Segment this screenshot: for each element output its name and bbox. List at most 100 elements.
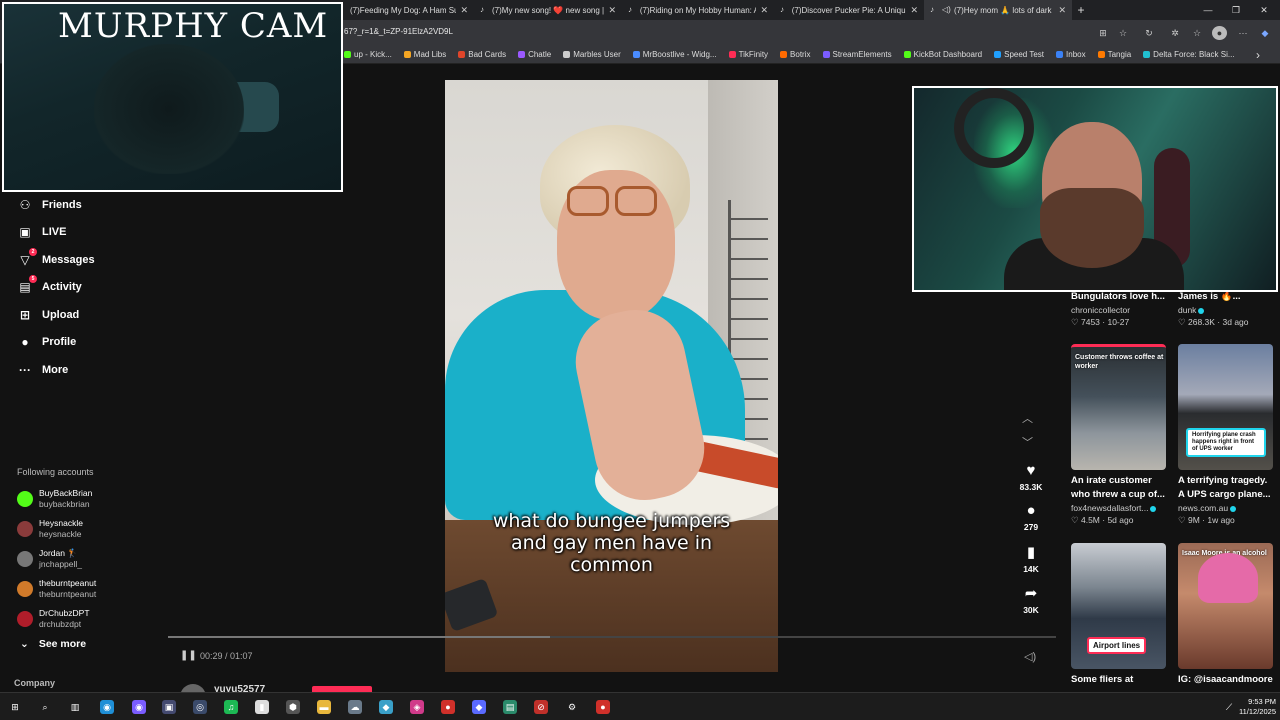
minimize-button[interactable]: —: [1194, 0, 1222, 20]
video-card[interactable]: James is 🔥... dunk ♡ 268.3K · 3d ago: [1178, 290, 1273, 328]
following-account[interactable]: Heysnackle heysnackle: [17, 518, 83, 540]
browser-tab[interactable]: (7)Feeding My Dog: A Ham Surpr ✕: [344, 0, 474, 20]
bookmark-item[interactable]: Inbox: [1056, 50, 1086, 59]
save-button[interactable]: ▮ 14K: [1016, 544, 1046, 574]
see-more-button[interactable]: ⌄ See more: [20, 638, 86, 650]
account-name: DrChubzDPT: [39, 608, 90, 618]
taskbar-clock[interactable]: 9:53 PM 11/12/2025: [1232, 697, 1276, 717]
bookmark-item[interactable]: Chatle: [518, 50, 551, 59]
video-card[interactable]: Airport lines Some fliers at: [1071, 543, 1166, 687]
app-icon[interactable]: ●: [596, 700, 610, 714]
app-icon[interactable]: ▣: [162, 700, 176, 714]
app-icon[interactable]: ⊘: [534, 700, 548, 714]
extensions-icon[interactable]: ✲: [1168, 26, 1182, 40]
video-card[interactable]: Customer throws coffee at worker An irate…: [1071, 344, 1166, 526]
pause-icon[interactable]: ❚❚: [180, 650, 197, 662]
sidebar-item-live[interactable]: ▣ LIVE: [17, 224, 66, 240]
browser-tab[interactable]: ♪ (7)My new song! ❤️ new song | ✕: [474, 0, 622, 20]
verified-badge-icon: [1198, 307, 1205, 314]
sidebar-item-profile[interactable]: ● Profile: [17, 334, 76, 350]
browser-tab[interactable]: ♪ (7)Riding on My Hobby Human: A ✕: [622, 0, 774, 20]
bookmark-label: Chatle: [528, 50, 552, 59]
account-name: BuyBackBrian: [39, 488, 93, 498]
video-thumbnail[interactable]: Horrifying plane crash happens right in …: [1178, 344, 1273, 470]
comment-button[interactable]: ● 279: [1016, 502, 1046, 532]
spotify-icon[interactable]: ♫: [224, 700, 238, 714]
bookmark-item[interactable]: MrBoostlive - Widg...: [632, 50, 717, 59]
search-icon[interactable]: ⌕: [38, 700, 52, 714]
refresh-icon[interactable]: ↻: [1142, 26, 1156, 40]
share-button[interactable]: ➦ 30K: [1016, 585, 1046, 615]
sidebar-item-upload[interactable]: ⊞ Upload: [17, 307, 79, 323]
following-account[interactable]: DrChubzDPT drchubzdpt: [17, 608, 90, 630]
app-icon[interactable]: ◈: [410, 700, 424, 714]
bookmark-item[interactable]: TikFinity: [728, 50, 768, 59]
sidebar-item-friends[interactable]: ⚇ Friends: [17, 197, 82, 213]
following-account[interactable]: BuyBackBrian buybackbrian: [17, 488, 92, 510]
like-button[interactable]: ♥ 83.3K: [1016, 462, 1046, 492]
edge-browser-icon[interactable]: ◉: [100, 700, 114, 714]
bookmark-item[interactable]: Tangia: [1097, 50, 1131, 59]
close-icon[interactable]: ✕: [460, 5, 468, 16]
file-icon[interactable]: ▮: [255, 700, 269, 714]
video-card[interactable]: Bungulators love h... chroniccollector ♡ 7…: [1071, 290, 1166, 328]
bookmark-item[interactable]: KickBot Dashboard: [903, 50, 982, 59]
chevron-down-icon[interactable]: ﹀: [1022, 434, 1033, 450]
star-icon[interactable]: ☆: [1116, 26, 1130, 40]
bookmark-item[interactable]: Botrix: [780, 50, 811, 59]
following-account[interactable]: Jordan 🏌 jnchappell_: [17, 548, 82, 570]
video-thumbnail[interactable]: Customer throws coffee at worker: [1071, 344, 1166, 470]
bookmark-item[interactable]: Delta Force: Black Si...: [1143, 50, 1235, 59]
close-icon[interactable]: ✕: [760, 5, 768, 16]
browser-tab-active[interactable]: ♪ ◁) (7)Hey mom 🙏 lots of dark ✕: [924, 0, 1072, 20]
close-icon[interactable]: ✕: [608, 5, 616, 16]
chevron-up-icon[interactable]: ︿: [1022, 410, 1033, 426]
bookmark-item[interactable]: Marbles User: [563, 50, 621, 59]
video-player[interactable]: what do bungee jumpers and gay men have …: [445, 80, 778, 672]
app-icon[interactable]: ●: [441, 700, 455, 714]
app-icon[interactable]: ⬢: [286, 700, 300, 714]
url-text[interactable]: 67?_r=1&_t=ZP-91ElzA2VD9L: [344, 27, 453, 36]
sidebar-item-messages[interactable]: ▽ 2 Messages: [17, 248, 95, 268]
bookmark-item[interactable]: StreamElements: [822, 50, 892, 59]
network-icon[interactable]: ⟋: [1222, 700, 1236, 714]
app-icon[interactable]: ◆: [472, 700, 486, 714]
windows-start-icon[interactable]: ⊞: [8, 700, 22, 714]
bookmark-item[interactable]: Mad Libs: [403, 50, 446, 59]
chrome-icon[interactable]: ◉: [132, 700, 146, 714]
apps-icon[interactable]: ⊞: [1096, 26, 1110, 40]
company-link[interactable]: Company: [14, 678, 55, 688]
app-icon[interactable]: ☁: [348, 700, 362, 714]
video-thumbnail[interactable]: Airport lines: [1071, 543, 1166, 669]
bookmark-item[interactable]: Speed Test: [994, 50, 1044, 59]
maximize-button[interactable]: ❐: [1222, 0, 1250, 20]
video-progress-bar[interactable]: [168, 636, 1056, 638]
app-icon[interactable]: ◎: [193, 700, 207, 714]
settings-icon[interactable]: ⚙: [565, 700, 579, 714]
sidebar-item-more[interactable]: ··· More: [17, 362, 68, 378]
close-icon[interactable]: ✕: [910, 5, 918, 16]
chevron-right-icon[interactable]: ›: [1256, 48, 1260, 62]
app-icon[interactable]: ◆: [379, 700, 393, 714]
volume-icon[interactable]: ◁): [1024, 650, 1036, 663]
new-tab-button[interactable]: +: [1072, 3, 1090, 17]
profile-avatar-icon[interactable]: ●: [1212, 26, 1227, 40]
copilot-icon[interactable]: ◆: [1258, 26, 1272, 40]
close-window-button[interactable]: ✕: [1250, 0, 1278, 20]
bookmark-item[interactable]: Bad Cards: [458, 50, 506, 59]
favorites-icon[interactable]: ☆: [1190, 26, 1204, 40]
speaker-icon[interactable]: ◁): [942, 6, 951, 14]
sidebar-item-activity[interactable]: ▤ 5 Activity: [17, 275, 82, 295]
video-card[interactable]: Horrifying plane crash happens right in …: [1178, 344, 1273, 526]
video-thumbnail[interactable]: Isaac Moore is an alcohol: [1178, 543, 1273, 669]
file-explorer-icon[interactable]: ▬: [317, 700, 331, 714]
browser-tab[interactable]: ♪ (7)Discover Pucker Pie: A Unique ✕: [774, 0, 924, 20]
close-icon[interactable]: ✕: [1058, 5, 1066, 16]
following-account[interactable]: theburntpeanut theburntpeanut: [17, 578, 96, 600]
bookmark-item[interactable]: up - Kick...: [344, 50, 392, 59]
video-card[interactable]: Isaac Moore is an alcohol IG: @isaacandmo…: [1178, 543, 1273, 687]
app-icon[interactable]: ▤: [503, 700, 517, 714]
video-card-meta: ♡ 268.3K · 3d ago: [1178, 316, 1273, 328]
task-view-icon[interactable]: ▥: [68, 700, 82, 714]
menu-dots-icon[interactable]: ···: [1236, 26, 1250, 40]
